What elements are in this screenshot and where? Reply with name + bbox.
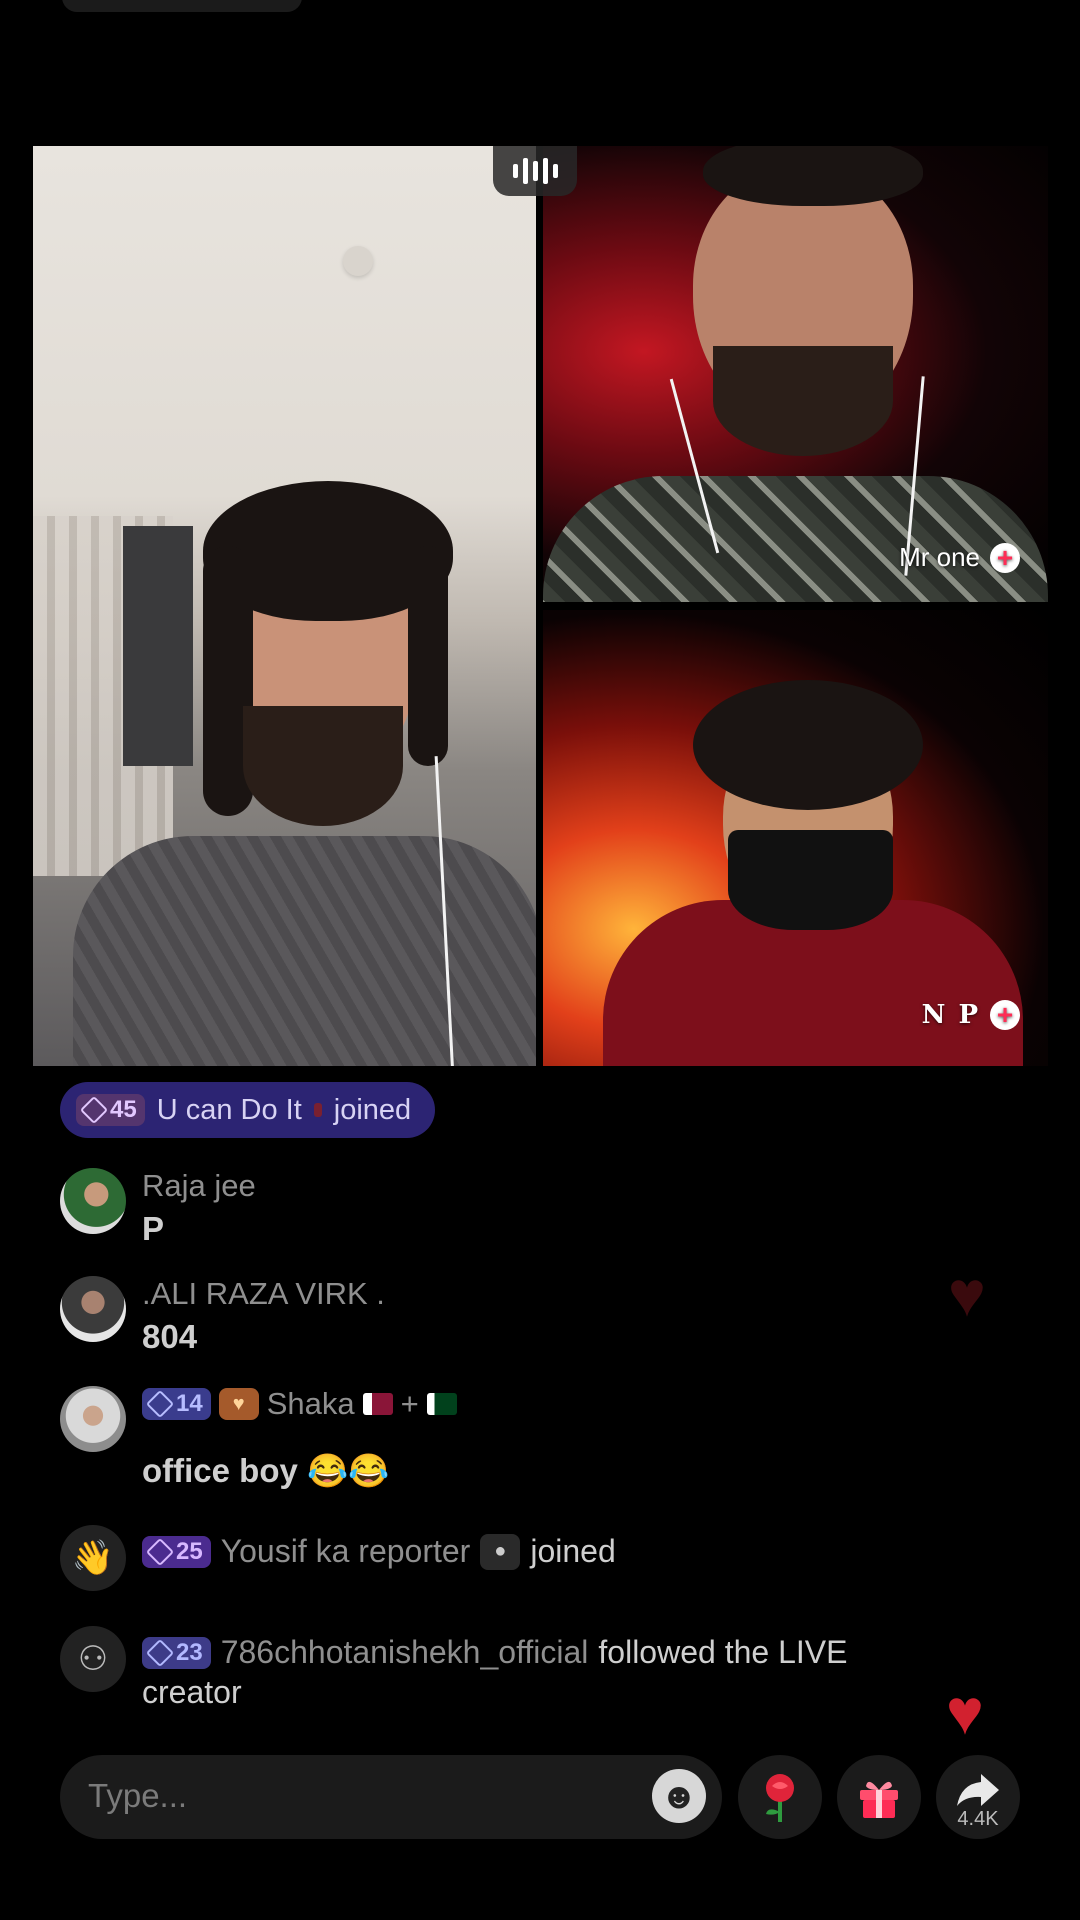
event-action: followed the LIVE bbox=[598, 1634, 848, 1670]
smoke-detector bbox=[343, 246, 373, 276]
heart-like-icon: ♥ bbox=[948, 1258, 986, 1330]
level-badge: 25 bbox=[142, 1535, 211, 1568]
host-beard bbox=[243, 706, 403, 826]
guest-video-tile-1[interactable]: Mr one + bbox=[543, 146, 1048, 602]
guest-name: Mr one bbox=[899, 542, 980, 572]
guest-name-tag[interactable]: N P + bbox=[922, 1000, 1020, 1030]
comment-text: 804 bbox=[142, 1318, 198, 1355]
top-pill bbox=[62, 0, 302, 12]
comment-username[interactable]: Shaka bbox=[267, 1386, 355, 1422]
avatar[interactable] bbox=[60, 1276, 126, 1342]
level-number: 14 bbox=[176, 1390, 203, 1417]
qatar-flag-icon bbox=[362, 1393, 393, 1415]
comment-text: P bbox=[142, 1210, 165, 1247]
rose-gift-button[interactable] bbox=[738, 1755, 822, 1839]
comment[interactable]: Raja jee P bbox=[60, 1168, 960, 1258]
host-body bbox=[73, 836, 536, 1066]
join-action: joined bbox=[333, 1093, 412, 1126]
badge-icon bbox=[313, 1103, 322, 1117]
event-action: joined bbox=[530, 1533, 616, 1569]
event-username[interactable]: 786chhotanishekh_official bbox=[221, 1634, 589, 1671]
comment-placeholder: Type... bbox=[88, 1777, 188, 1814]
avatar[interactable] bbox=[60, 1168, 126, 1234]
pakistan-flag-icon bbox=[426, 1393, 457, 1415]
guest1-hair bbox=[703, 146, 923, 206]
event-action-continued: creator bbox=[142, 1674, 242, 1710]
share-button[interactable]: 4.4K bbox=[936, 1755, 1020, 1839]
guest1-beard bbox=[713, 346, 893, 456]
share-arrow-icon bbox=[957, 1774, 999, 1806]
follow-plus-icon[interactable]: + bbox=[990, 1000, 1020, 1030]
gem-icon bbox=[79, 1095, 109, 1125]
system-event: 👋 25 Yousif ka reporter ● joined bbox=[60, 1525, 1020, 1595]
guest2-hair bbox=[693, 680, 923, 810]
face-mask bbox=[728, 830, 893, 930]
gem-icon bbox=[145, 1389, 175, 1419]
guest1-body bbox=[543, 476, 1048, 602]
gem-icon bbox=[145, 1537, 175, 1566]
system-event-line: 25 Yousif ka reporter ● joined bbox=[142, 1533, 616, 1570]
avatar[interactable] bbox=[60, 1386, 126, 1452]
system-event: ⚇ 23 786chhotanishekh_official followed … bbox=[60, 1626, 1020, 1726]
share-count: 4.4K bbox=[957, 1808, 999, 1830]
system-event-line: 23 786chhotanishekh_official followed th… bbox=[142, 1634, 847, 1671]
level-number: 45 bbox=[110, 1096, 137, 1123]
comment-username[interactable]: Raja jee bbox=[142, 1168, 256, 1204]
person-icon: ● bbox=[480, 1533, 521, 1570]
gift-button[interactable] bbox=[837, 1755, 921, 1839]
gift-icon bbox=[860, 1781, 898, 1818]
emoji-icon[interactable]: ☻ bbox=[652, 1769, 706, 1823]
multi-guest-grid: Mr one + N P + bbox=[33, 146, 1048, 1066]
fan-heart-icon: ♥ bbox=[218, 1388, 259, 1420]
event-username[interactable]: Yousif ka reporter bbox=[221, 1533, 471, 1570]
comment[interactable]: .ALI RAZA VIRK . 804 bbox=[60, 1276, 960, 1366]
level-badge: 45 bbox=[76, 1094, 145, 1126]
host-video-tile[interactable] bbox=[33, 146, 536, 1066]
follow-icon: ⚇ bbox=[60, 1626, 126, 1692]
level-badge: 23 bbox=[142, 1636, 211, 1669]
guest-video-tile-2[interactable]: N P + bbox=[543, 610, 1048, 1066]
guest-name: N P bbox=[921, 1000, 980, 1030]
level-number: 23 bbox=[176, 1638, 203, 1666]
comment-username-row: 14 ♥ Shaka + bbox=[142, 1386, 457, 1422]
join-user[interactable]: U can Do It bbox=[157, 1094, 302, 1127]
heart-like-icon: ♥ bbox=[946, 1676, 984, 1748]
host-hair-side-right bbox=[408, 546, 448, 766]
rose-icon bbox=[766, 1774, 794, 1822]
join-banner: 45 U can Do It joined bbox=[60, 1082, 436, 1138]
flag-separator: + bbox=[400, 1386, 419, 1421]
comment[interactable]: 14 ♥ Shaka + office boy 😂😂 bbox=[60, 1386, 960, 1496]
follow-plus-icon[interactable]: + bbox=[990, 542, 1020, 573]
gem-icon bbox=[145, 1638, 175, 1667]
level-badge: 14 bbox=[142, 1388, 211, 1420]
window bbox=[123, 526, 193, 766]
audio-wave-icon[interactable] bbox=[493, 146, 577, 196]
comment-username[interactable]: .ALI RAZA VIRK . bbox=[142, 1276, 385, 1312]
level-number: 25 bbox=[176, 1537, 203, 1565]
comment-input[interactable]: Type... ☻ bbox=[60, 1755, 722, 1839]
wave-icon: 👋 bbox=[60, 1525, 126, 1591]
guest-name-tag[interactable]: Mr one + bbox=[899, 542, 1020, 573]
comment-text: office boy 😂😂 bbox=[142, 1452, 390, 1489]
